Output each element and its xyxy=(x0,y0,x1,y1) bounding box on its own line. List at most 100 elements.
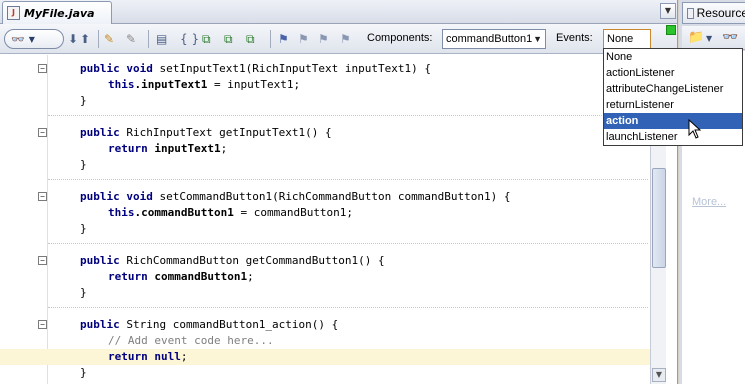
code-token: // Add event code here... xyxy=(108,334,274,347)
chevron-down-icon: ▼ xyxy=(533,34,542,44)
code-token: setInputText1(RichInputText inputText1) … xyxy=(159,62,432,75)
code-token: } xyxy=(80,366,87,379)
code-token: return xyxy=(108,270,155,283)
code-line[interactable]: return commandButton1; xyxy=(0,269,650,285)
code-line[interactable]: − public void setCommandButton1(RichComma… xyxy=(0,189,650,205)
code-text: public RichInputText getInputText1() { xyxy=(80,125,332,141)
components-label: Components: xyxy=(367,32,433,44)
chevron-down-icon[interactable]: ▼ xyxy=(706,34,712,43)
fold-toggle-icon[interactable]: − xyxy=(38,64,47,73)
code-token: } xyxy=(80,286,87,299)
code-line[interactable]: return null; xyxy=(0,349,650,365)
code-token: ; xyxy=(247,270,254,283)
import-icon[interactable]: ▤ xyxy=(156,31,167,47)
code-token: ; xyxy=(220,142,228,155)
resource-tab[interactable]: Resource xyxy=(682,2,745,24)
clear-highlight-icon[interactable]: ✎ xyxy=(126,31,136,47)
fold-toggle-icon[interactable]: − xyxy=(38,320,47,329)
code-token: .inputText1 xyxy=(134,78,208,91)
arrow-down-icon[interactable]: ⬇ xyxy=(68,31,78,47)
compile-icon[interactable]: ⧉ xyxy=(246,31,255,47)
event-option-actionlistener[interactable]: actionListener xyxy=(604,65,742,81)
format-icon[interactable]: ⧉ xyxy=(224,31,233,47)
components-select[interactable]: commandButton1 ▼ xyxy=(442,29,546,49)
code-token: return xyxy=(108,350,155,363)
method-separator xyxy=(48,307,648,308)
new-folder-icon[interactable]: 📁 xyxy=(688,30,704,45)
resource-icon xyxy=(687,7,694,19)
fold-toggle-icon[interactable]: − xyxy=(38,128,47,137)
event-option-action[interactable]: action xyxy=(604,113,742,129)
code-line[interactable]: // Add event code here... xyxy=(0,333,650,349)
braces-icon[interactable]: { } xyxy=(180,31,199,47)
code-editor: J MyFile.java ▼ 👓 ▼ ⬇ ⬆ ✎ ✎ ▤ { } ⧉ ⧉ ⧉ … xyxy=(0,0,678,384)
code-text: } xyxy=(80,221,87,237)
code-line[interactable]: − public String commandButton1_action() { xyxy=(0,317,650,333)
highlight-icon[interactable]: ✎ xyxy=(104,31,114,47)
events-select-value: None xyxy=(607,33,634,45)
code-line[interactable]: } xyxy=(0,365,650,381)
events-select[interactable]: None xyxy=(603,29,651,49)
tab-list-button[interactable]: ▼ xyxy=(660,3,676,19)
fold-toggle-icon[interactable]: − xyxy=(38,192,47,201)
toolbar-separator xyxy=(148,30,149,48)
code-token: this xyxy=(108,206,135,219)
toolbar-separator xyxy=(270,30,271,48)
scroll-thumb[interactable] xyxy=(652,168,666,268)
events-label: Events: xyxy=(556,32,593,44)
next-bookmark-icon[interactable]: ⚑ xyxy=(318,31,329,47)
event-option-attributechangelistener[interactable]: attributeChangeListener xyxy=(604,81,742,97)
java-file-icon: J xyxy=(7,6,20,20)
fold-toggle-icon[interactable]: − xyxy=(38,256,47,265)
toolbar-separator xyxy=(98,30,99,48)
code-line[interactable]: } xyxy=(0,221,650,237)
editor-toolbar: 👓 ▼ ⬇ ⬆ ✎ ✎ ▤ { } ⧉ ⧉ ⧉ ⚑ ⚑ ⚑ ⚑ Componen… xyxy=(0,24,677,54)
code-token: public xyxy=(80,190,127,203)
code-text: public void setInputText1(RichInputText … xyxy=(80,61,431,77)
event-option-none[interactable]: None xyxy=(604,49,742,65)
code-text: // Add event code here... xyxy=(108,333,274,349)
method-separator xyxy=(48,243,648,244)
file-tab[interactable]: J MyFile.java xyxy=(2,1,112,24)
clear-bookmarks-icon[interactable]: ⚑ xyxy=(340,31,351,47)
refactor-icon[interactable]: ⧉ xyxy=(202,31,211,47)
code-token: public xyxy=(80,62,127,75)
code-line[interactable]: − public RichInputText getInputText1() { xyxy=(0,125,650,141)
editor-tab-bar: J MyFile.java ▼ xyxy=(0,0,677,24)
status-indicator xyxy=(666,25,676,35)
event-option-returnlistener[interactable]: returnListener xyxy=(604,97,742,113)
prev-bookmark-icon[interactable]: ⚑ xyxy=(298,31,309,47)
file-tab-label: MyFile.java xyxy=(24,6,95,20)
code-text: } xyxy=(80,93,87,109)
code-text: } xyxy=(80,157,87,173)
code-line[interactable]: this.inputText1 = inputText1; xyxy=(0,77,650,93)
code-line[interactable]: − public void setInputText1(RichInputText… xyxy=(0,61,650,77)
scroll-down-button[interactable]: ▼ xyxy=(652,368,666,382)
code-text: } xyxy=(80,365,87,381)
code-line[interactable]: return inputText1; xyxy=(0,141,650,157)
code-line[interactable]: } xyxy=(0,93,650,109)
code-token: } xyxy=(80,94,87,107)
code-token: = commandButton1; xyxy=(233,206,354,219)
binoculars-icon[interactable]: 👓 xyxy=(722,30,738,45)
binoculars-icon: 👓 xyxy=(11,32,25,46)
resource-toolbar: 📁 ▼ 👓 xyxy=(682,26,745,50)
code-token: } xyxy=(80,222,87,235)
code-area[interactable]: − public void setInputText1(RichInputText… xyxy=(0,55,650,384)
code-line[interactable]: } xyxy=(0,157,650,173)
more-link[interactable]: More... xyxy=(692,196,726,208)
code-line[interactable]: − public RichCommandButton getCommandButt… xyxy=(0,253,650,269)
events-dropdown-list[interactable]: None actionListener attributeChangeListene… xyxy=(603,48,743,146)
code-line[interactable]: this.commandButton1 = commandButton1; xyxy=(0,205,650,221)
search-button[interactable]: 👓 ▼ xyxy=(4,29,64,49)
code-line[interactable]: } xyxy=(0,285,650,301)
code-token: String commandButton1_action() { xyxy=(126,318,339,331)
code-token: public xyxy=(80,318,127,331)
code-token: = inputText1; xyxy=(207,78,301,91)
arrow-up-icon[interactable]: ⬆ xyxy=(80,31,90,47)
code-token: } xyxy=(80,158,87,171)
method-separator xyxy=(48,115,648,116)
bookmark-icon[interactable]: ⚑ xyxy=(278,31,289,47)
code-token: commandButton1 xyxy=(154,270,248,283)
event-option-launchlistener[interactable]: launchListener xyxy=(604,129,742,145)
